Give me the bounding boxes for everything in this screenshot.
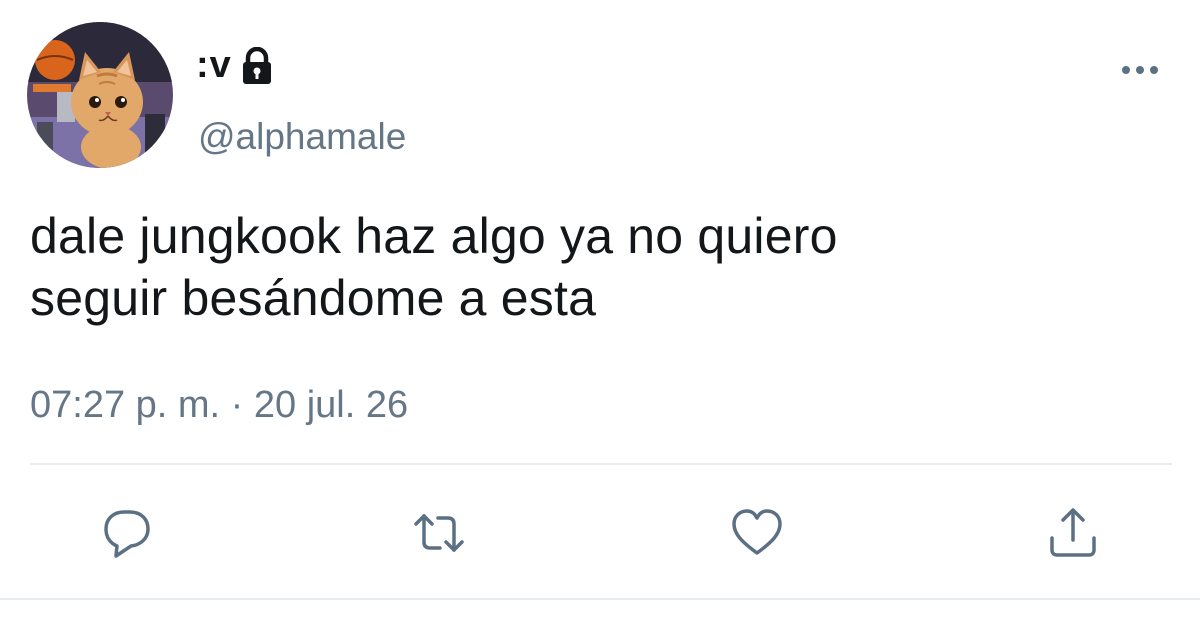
bottom-divider (0, 598, 1200, 600)
display-name-row[interactable]: :v (196, 44, 274, 87)
avatar[interactable] (27, 22, 173, 168)
tweet-timestamp[interactable]: 07:27 p. m. · 20 jul. 26 (30, 384, 408, 427)
heart-icon[interactable] (730, 506, 784, 560)
tweet-text-line-1: dale jungkook haz algo ya no quiero (30, 208, 838, 264)
user-handle[interactable]: @alphamale (198, 116, 406, 158)
tweet-text: dale jungkook haz algo ya no quiero segu… (30, 205, 1150, 329)
retweet-icon[interactable] (412, 506, 466, 560)
display-name: :v (196, 44, 232, 86)
divider (30, 463, 1172, 465)
tweet-text-line-2: seguir besándome a esta (30, 270, 597, 326)
share-icon[interactable] (1046, 506, 1100, 560)
tweet-card: :v @alphamale dale jungkook haz algo ya … (0, 0, 1200, 617)
lock-icon (240, 46, 274, 85)
reply-icon[interactable] (100, 506, 154, 560)
more-options-icon[interactable] (1118, 58, 1162, 82)
